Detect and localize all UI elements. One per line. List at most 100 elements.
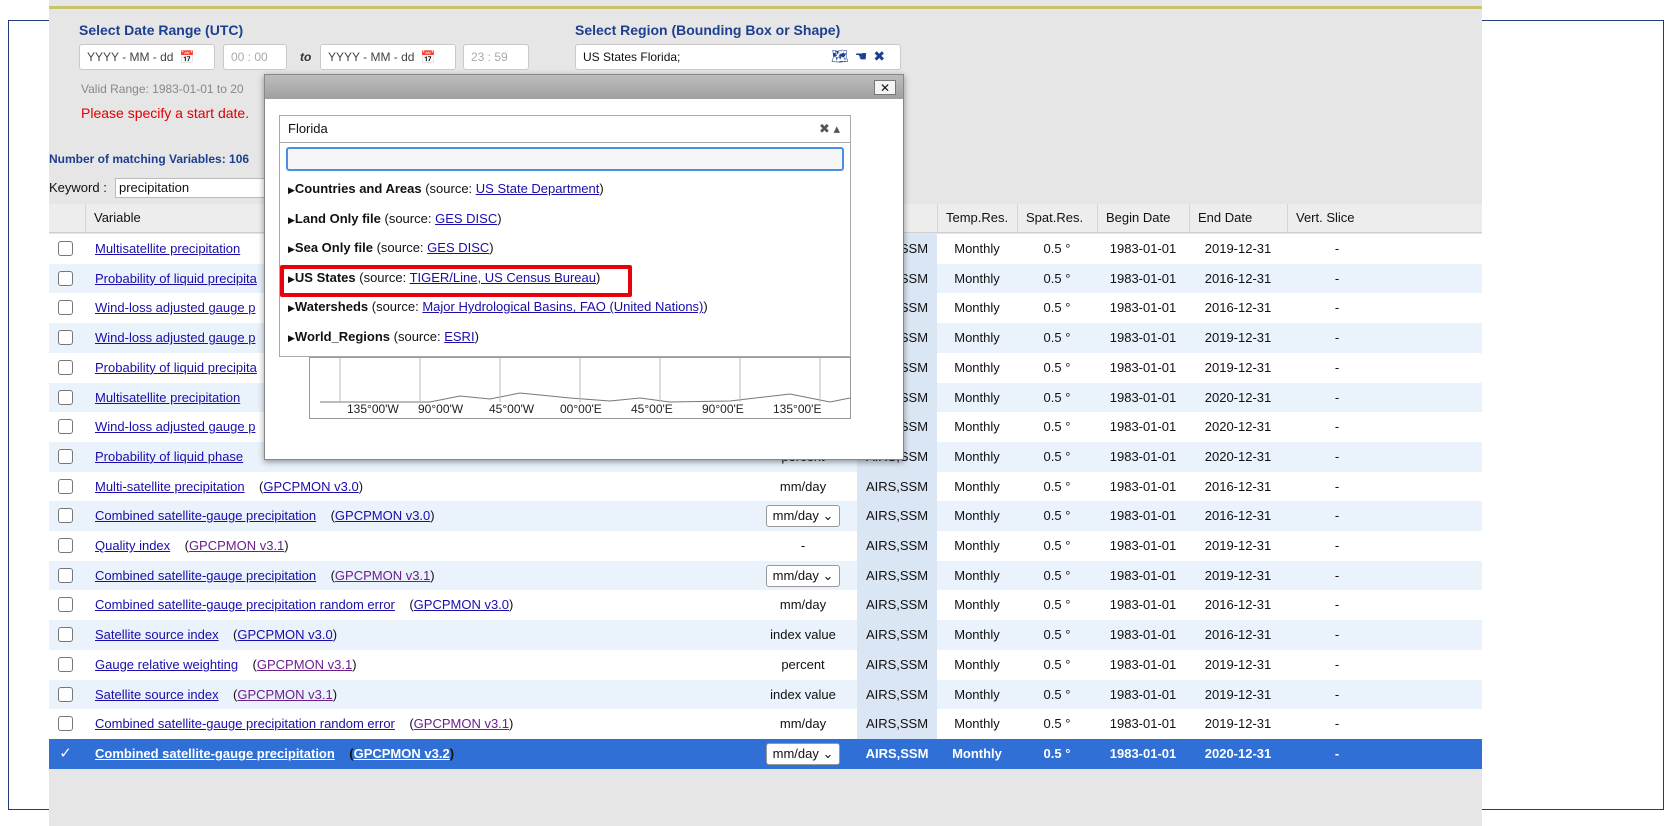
option-source-link[interactable]: ESRI [444, 329, 474, 344]
variable-cell: Combined satellite-gauge precipitation r… [95, 709, 785, 739]
variable-link[interactable]: Combined satellite-gauge precipitation [95, 746, 335, 761]
shape-option[interactable]: ▶Countries and Areas (source: US State D… [288, 178, 604, 200]
close-icon[interactable]: ✖ [873, 48, 885, 64]
end-time-input[interactable]: 23 : 59 [463, 44, 529, 70]
header-begin-date[interactable]: Begin Date [1097, 204, 1189, 232]
shape-option[interactable]: ▶Land Only file (source: GES DISC) [288, 208, 502, 230]
keyword-input[interactable]: precipitation [115, 178, 275, 198]
version-link[interactable]: GPCPMON v3.1 [237, 687, 332, 702]
shape-option[interactable]: ▶World_Regions (source: ESRI) [288, 326, 479, 348]
variable-cell: Combined satellite-gauge precipitation (… [95, 501, 785, 531]
variable-link[interactable]: Wind-loss adjusted gauge p [95, 419, 255, 434]
row-checkbox[interactable] [58, 508, 73, 524]
combobox-clear-icon[interactable]: ✖ ▴ [819, 116, 840, 142]
version-link[interactable]: GPCPMON v3.1 [257, 657, 352, 672]
variable-link[interactable]: Wind-loss adjusted gauge p [95, 330, 255, 345]
start-date-input[interactable]: YYYY - MM - dd 📅 [79, 44, 215, 70]
vert-slice-cell: - [1334, 300, 1340, 316]
variable-link[interactable]: Quality index [95, 538, 170, 553]
calendar-icon[interactable]: 📅 [179, 45, 194, 69]
header-spat-res[interactable]: Spat.Res. [1017, 204, 1097, 232]
variable-link[interactable]: Satellite source index [95, 627, 219, 642]
version-link[interactable]: GPCPMON v3.1 [414, 716, 509, 731]
vert-slice-cell: - [1334, 359, 1340, 375]
version-link[interactable]: GPCPMON v3.0 [263, 479, 358, 494]
variable-link[interactable]: Combined satellite-gauge precipitation r… [95, 716, 395, 731]
row-checkbox[interactable] [58, 627, 73, 643]
option-source-link[interactable]: US State Department [476, 181, 600, 196]
variable-link[interactable]: Combined satellite-gauge precipitation [95, 508, 316, 523]
variable-link[interactable]: Probability of liquid precipita [95, 271, 257, 286]
start-date-placeholder: YYYY - MM - dd [87, 50, 174, 64]
unit-select[interactable]: mm/day ⌄ [765, 505, 841, 528]
map-icon[interactable]: 🗺 [831, 48, 849, 64]
table-row[interactable]: Combined satellite-gauge precipitation (… [49, 560, 1482, 591]
row-checkbox[interactable] [58, 567, 73, 583]
version-link[interactable]: GPCPMON v3.0 [335, 508, 430, 523]
version-link[interactable]: GPCPMON v3.0 [237, 627, 332, 642]
option-source-suffix: ) [599, 181, 604, 196]
variable-link[interactable]: Wind-loss adjusted gauge p [95, 300, 255, 315]
variable-link[interactable]: Satellite source index [95, 687, 219, 702]
option-source-link[interactable]: Major Hydrological Basins, FAO (United N… [422, 299, 703, 314]
table-row[interactable]: ✓ Combined satellite-gauge precipitation … [49, 738, 1482, 769]
row-checkbox[interactable] [58, 656, 73, 672]
row-checkbox[interactable]: ✓ [58, 746, 73, 761]
variable-link[interactable]: Combined satellite-gauge precipitation [95, 568, 316, 583]
row-checkbox[interactable] [58, 389, 73, 405]
start-time-input[interactable]: 00 : 00 [223, 44, 287, 70]
table-row[interactable]: Multi-satellite precipitation (GPCPMON v… [49, 471, 1482, 502]
unit-cell: mm/day [749, 472, 857, 502]
row-checkbox[interactable] [58, 359, 73, 375]
header-end-date[interactable]: End Date [1189, 204, 1287, 232]
end-date-input[interactable]: YYYY - MM - dd 📅 [320, 44, 456, 70]
unit-select[interactable]: mm/day ⌄ [765, 742, 841, 765]
row-checkbox[interactable] [58, 300, 73, 316]
table-row[interactable]: Satellite source index (GPCPMON v3.1) ind… [49, 679, 1482, 710]
version-link[interactable]: GPCPMON v3.2 [354, 746, 450, 761]
table-row[interactable]: Combined satellite-gauge precipitation r… [49, 709, 1482, 740]
table-row[interactable]: Combined satellite-gauge precipitation r… [49, 590, 1482, 621]
table-row[interactable]: Satellite source index (GPCPMON v3.0) ind… [49, 620, 1482, 651]
variable-link[interactable]: Multisatellite precipitation [95, 390, 240, 405]
option-source-link[interactable]: GES DISC [427, 240, 489, 255]
shape-option[interactable]: ▶Sea Only file (source: GES DISC) [288, 237, 494, 259]
row-checkbox[interactable] [58, 686, 73, 702]
table-row[interactable]: Combined satellite-gauge precipitation (… [49, 501, 1482, 532]
table-row[interactable]: Gauge relative weighting (GPCPMON v3.1) p… [49, 649, 1482, 680]
row-checkbox[interactable] [58, 538, 73, 553]
row-checkbox[interactable] [58, 330, 73, 346]
row-checkbox[interactable] [58, 478, 73, 494]
table-row[interactable]: Quality index (GPCPMON v3.1) - AIRS,SSM Mon… [49, 531, 1482, 561]
dropdown-search-input[interactable] [286, 147, 844, 171]
variable-link[interactable]: Multi-satellite precipitation [95, 479, 245, 494]
row-checkbox[interactable] [58, 448, 73, 464]
dialog-close-button[interactable]: ✕ [874, 80, 896, 95]
to-label: to [300, 50, 312, 64]
version-link[interactable]: GPCPMON v3.1 [189, 538, 284, 553]
temp-res-cell: Monthly [954, 716, 1000, 732]
row-checkbox[interactable] [58, 716, 73, 732]
end-date-cell: 2016-12-31 [1204, 597, 1272, 613]
calendar-icon[interactable]: 📅 [420, 45, 435, 69]
vert-slice-cell: - [1334, 567, 1340, 583]
pointer-icon[interactable]: ☚ [855, 48, 868, 64]
shape-option[interactable]: ▶Watersheds (source: Major Hydrological … [288, 296, 708, 318]
variable-link[interactable]: Probability of liquid phase [95, 449, 243, 464]
option-source-link[interactable]: GES DISC [435, 211, 497, 226]
variable-link[interactable]: Probability of liquid precipita [95, 360, 257, 375]
header-vert-slice[interactable]: Vert. Slice [1287, 204, 1387, 232]
matching-count: Number of matching Variables: 106 [49, 152, 250, 166]
row-checkbox[interactable] [58, 419, 73, 435]
version-link[interactable]: GPCPMON v3.0 [414, 597, 509, 612]
unit-select[interactable]: mm/day ⌄ [765, 564, 841, 587]
row-checkbox[interactable] [58, 597, 73, 613]
variable-link[interactable]: Combined satellite-gauge precipitation r… [95, 597, 395, 612]
header-temp-res[interactable]: Temp.Res. [937, 204, 1017, 232]
variable-link[interactable]: Gauge relative weighting [95, 657, 238, 672]
row-checkbox[interactable] [58, 270, 73, 286]
version-link[interactable]: GPCPMON v3.1 [335, 568, 430, 583]
shape-combobox[interactable]: Florida ✖ ▴ [279, 115, 851, 143]
variable-link[interactable]: Multisatellite precipitation [95, 241, 240, 256]
row-checkbox[interactable] [58, 241, 73, 256]
